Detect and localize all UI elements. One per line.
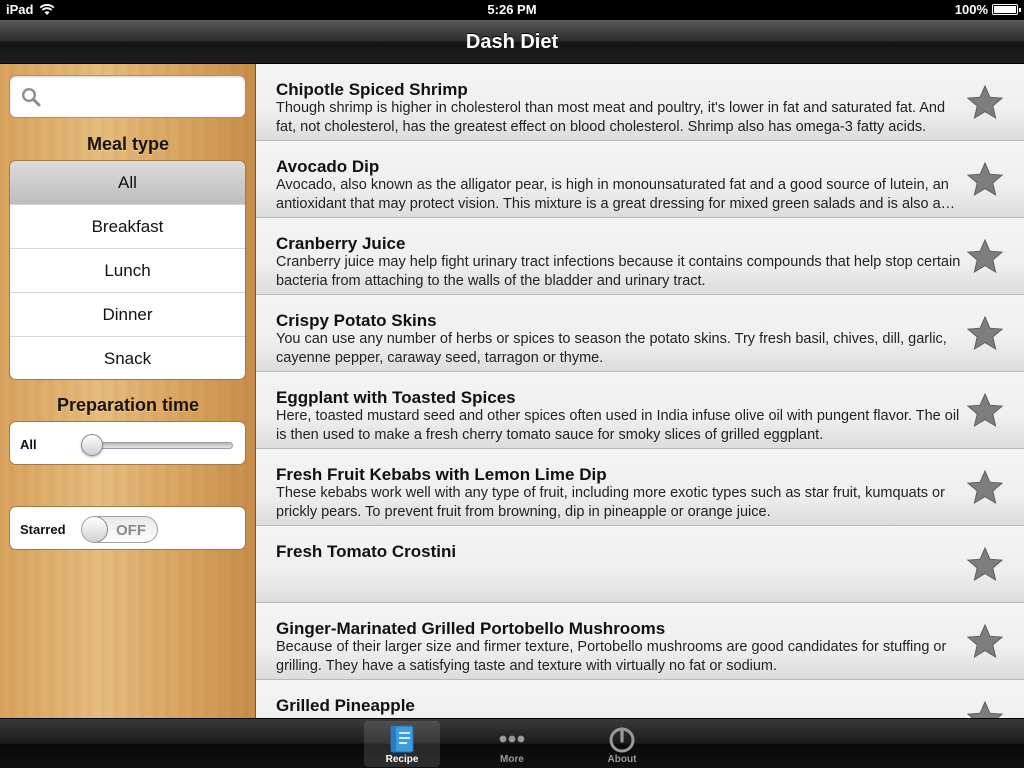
meal-type-dinner[interactable]: Dinner xyxy=(10,293,245,337)
recipe-title: Cranberry Juice xyxy=(276,234,406,253)
recipe-description: Though shrimp is higher in cholesterol t… xyxy=(276,100,946,135)
recipe-row[interactable]: Eggplant with Toasted Spices Here, toast… xyxy=(256,372,1024,449)
recipe-description: Because of their larger size and firmer … xyxy=(276,639,947,674)
star-icon[interactable] xyxy=(966,392,1004,428)
filter-sidebar: Meal type All Breakfast Lunch Dinner Sna… xyxy=(0,64,256,718)
prep-time-slider-thumb[interactable] xyxy=(81,434,103,456)
tab-bar: Recipe More About xyxy=(0,718,1024,768)
search-icon xyxy=(21,87,41,107)
tab-more[interactable]: More xyxy=(474,721,550,767)
recipe-row[interactable]: Avocado Dip Avocado, also known as the a… xyxy=(256,141,1024,218)
battery-icon xyxy=(992,4,1021,15)
recipe-row[interactable]: Crispy Potato Skins You can use any numb… xyxy=(256,295,1024,372)
recipe-description: These kebabs work well with any type of … xyxy=(276,485,945,520)
recipe-row[interactable]: Chipotle Spiced Shrimp Though shrimp is … xyxy=(256,64,1024,141)
status-time: 5:26 PM xyxy=(487,2,537,17)
prep-time-title: Preparation time xyxy=(56,395,200,415)
star-icon[interactable] xyxy=(966,469,1004,505)
power-icon xyxy=(609,727,635,753)
battery-fill xyxy=(994,6,1016,13)
meal-type-snack[interactable]: Snack xyxy=(10,337,245,379)
more-dots-icon xyxy=(499,735,525,743)
recipe-row[interactable]: Grilled Pineapple xyxy=(256,680,1024,718)
recipe-title: Ginger-Marinated Grilled Portobello Mush… xyxy=(276,619,666,638)
recipe-row[interactable]: Ginger-Marinated Grilled Portobello Mush… xyxy=(256,603,1024,680)
starred-label: Starred xyxy=(20,522,66,537)
tab-label: More xyxy=(500,754,524,765)
status-bar: iPad 5:26 PM 100% xyxy=(0,0,1024,20)
recipe-description: Cranberry juice may help fight urinary t… xyxy=(276,254,961,289)
search-box[interactable] xyxy=(9,75,246,118)
tab-label: About xyxy=(607,754,637,765)
recipe-row[interactable]: Fresh Tomato Crostini xyxy=(256,526,1024,603)
recipe-title: Fresh Fruit Kebabs with Lemon Lime Dip xyxy=(276,465,607,484)
meal-type-title: Meal type xyxy=(86,134,170,154)
prep-time-panel: All xyxy=(9,421,246,465)
toggle-state: OFF xyxy=(116,522,146,539)
recipe-title: Crispy Potato Skins xyxy=(276,311,437,330)
prep-time-slider-track[interactable] xyxy=(90,442,233,449)
recipe-title: Fresh Tomato Crostini xyxy=(276,542,457,561)
star-icon[interactable] xyxy=(966,161,1004,197)
recipe-row[interactable]: Fresh Fruit Kebabs with Lemon Lime Dip T… xyxy=(256,449,1024,526)
recipe-row[interactable]: Cranberry Juice Cranberry juice may help… xyxy=(256,218,1024,295)
star-icon[interactable] xyxy=(966,84,1004,120)
recipe-list: Chipotle Spiced Shrimp Though shrimp is … xyxy=(256,64,1024,718)
star-icon[interactable] xyxy=(966,623,1004,659)
recipe-title: Eggplant with Toasted Spices xyxy=(276,388,516,407)
recipe-title: Chipotle Spiced Shrimp xyxy=(276,80,468,99)
starred-panel: Starred OFF xyxy=(9,506,246,550)
star-icon[interactable] xyxy=(966,315,1004,351)
meal-type-all[interactable]: All xyxy=(10,161,245,205)
navigation-bar: Dash Diet xyxy=(0,20,1024,64)
search-input[interactable] xyxy=(48,84,238,110)
recipe-book-icon xyxy=(390,725,414,753)
toggle-knob xyxy=(82,517,108,542)
prep-time-value: All xyxy=(20,437,37,452)
recipe-description: Here, toasted mustard seed and other spi… xyxy=(276,408,960,443)
tab-label: Recipe xyxy=(385,754,419,765)
meal-type-list: All Breakfast Lunch Dinner Snack xyxy=(9,160,246,380)
star-icon[interactable] xyxy=(966,700,1004,718)
nav-title: Dash Diet xyxy=(465,31,559,53)
meal-type-breakfast[interactable]: Breakfast xyxy=(10,205,245,249)
recipe-title: Avocado Dip xyxy=(276,157,380,176)
tab-recipe[interactable]: Recipe xyxy=(364,721,440,767)
star-icon[interactable] xyxy=(966,238,1004,274)
star-icon[interactable] xyxy=(966,546,1004,582)
recipe-title: Grilled Pineapple xyxy=(276,696,415,715)
meal-type-lunch[interactable]: Lunch xyxy=(10,249,245,293)
starred-toggle[interactable]: OFF xyxy=(81,516,158,543)
battery-percent: 100% xyxy=(954,2,988,17)
recipe-description: You can use any number of herbs or spice… xyxy=(276,331,947,366)
status-right: 100% xyxy=(954,2,1021,17)
recipe-description: Avocado, also known as the alligator pea… xyxy=(276,177,949,212)
tab-about[interactable]: About xyxy=(584,721,660,767)
